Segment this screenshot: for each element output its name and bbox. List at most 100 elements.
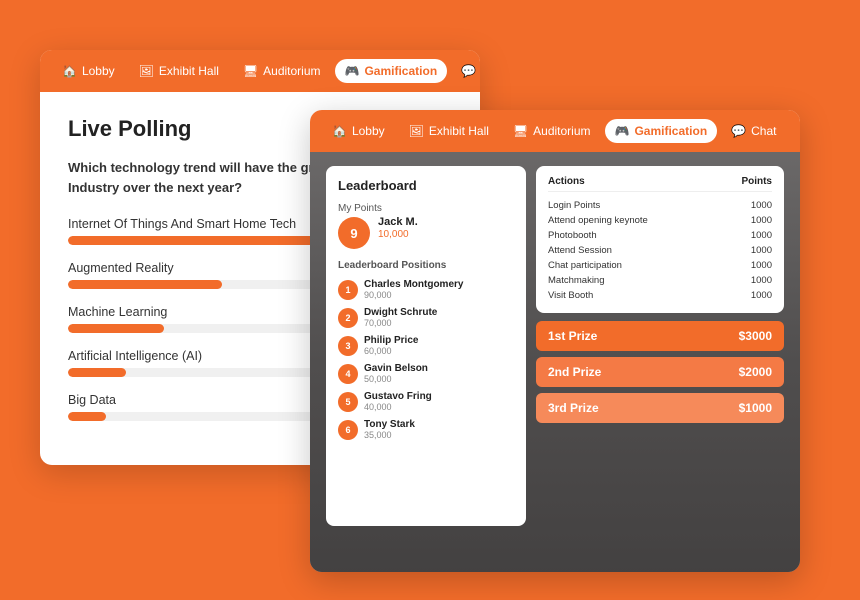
position-info-4: Gavin Belson 50,000 bbox=[364, 363, 428, 384]
pos-score-6: 35,000 bbox=[364, 430, 415, 440]
action-label-7: Visit Booth bbox=[548, 290, 593, 301]
pos-name-6: Tony Stark bbox=[364, 419, 415, 430]
pos-score-1: 90,000 bbox=[364, 290, 463, 300]
action-points-4: 1000 bbox=[751, 245, 772, 256]
action-label-1: Login Points bbox=[548, 200, 600, 211]
pos-score-4: 50,000 bbox=[364, 374, 428, 384]
action-points-3: 1000 bbox=[751, 230, 772, 241]
prize-amount-1: $3000 bbox=[739, 329, 772, 343]
front-nav-gamification[interactable]: 🎮 Gamification bbox=[335, 59, 448, 83]
poll-label-2: Augmented Reality bbox=[68, 261, 174, 275]
pos-score-3: 60,000 bbox=[364, 346, 418, 356]
back-nav-gamification[interactable]: 🎮 Gamification bbox=[605, 119, 718, 143]
action-label-2: Attend opening keynote bbox=[548, 215, 648, 226]
back-gamification-icon: 🎮 bbox=[615, 124, 630, 138]
my-name: Jack M. bbox=[378, 216, 418, 228]
action-row-6: Matchmaking 1000 bbox=[548, 273, 772, 288]
back-nav-chat[interactable]: 💬 Chat bbox=[721, 119, 786, 143]
prize-label-2: 2nd Prize bbox=[548, 365, 601, 379]
leaderboard-panel: Leaderboard My Points 9 Jack M. 10,000 L… bbox=[326, 166, 784, 526]
position-info-6: Tony Stark 35,000 bbox=[364, 419, 415, 440]
poll-label-1: Internet Of Things And Smart Home Tech bbox=[68, 217, 296, 231]
chat-icon: 💬 bbox=[461, 64, 476, 78]
poll-bar-fill-3 bbox=[68, 324, 164, 333]
back-exhibit-icon: 🖼 bbox=[409, 124, 424, 138]
back-nav-exhibit[interactable]: 🖼 Exhibit Hall bbox=[399, 119, 499, 143]
lb-position-2: 2 Dwight Schrute 70,000 bbox=[338, 307, 514, 328]
prizes-list: 1st Prize $3000 2nd Prize $2000 3rd Priz… bbox=[536, 321, 784, 423]
exhibit-icon: 🖼 bbox=[139, 64, 154, 78]
action-points-2: 1000 bbox=[751, 215, 772, 226]
front-nav-bar: 🏠 Lobby 🖼 Exhibit Hall 🖥 Auditorium 🎮 Ga… bbox=[40, 50, 480, 92]
positions-label: Leaderboard Positions bbox=[338, 260, 514, 271]
back-auditorium-icon: 🖥 bbox=[513, 124, 528, 138]
prize-2nd: 2nd Prize $2000 bbox=[536, 357, 784, 387]
my-points-label: My Points bbox=[338, 203, 514, 214]
prize-label-1: 1st Prize bbox=[548, 329, 597, 343]
rank-badge-3: 3 bbox=[338, 336, 358, 356]
leaderboard-card: 🏠 Lobby 🖼 Exhibit Hall 🖥 Auditorium 🎮 Ga… bbox=[310, 110, 800, 572]
front-nav-auditorium[interactable]: 🖥 Auditorium bbox=[233, 59, 331, 83]
action-row-3: Photobooth 1000 bbox=[548, 228, 772, 243]
pos-name-4: Gavin Belson bbox=[364, 363, 428, 374]
poll-label-4: Artificial Intelligence (AI) bbox=[68, 349, 202, 363]
leaderboard-title: Leaderboard bbox=[338, 178, 514, 193]
poll-bar-fill-2 bbox=[68, 280, 222, 289]
points-label: Points bbox=[741, 176, 772, 187]
front-nav-chat[interactable]: 💬 Chat bbox=[451, 59, 480, 83]
lb-position-6: 6 Tony Stark 35,000 bbox=[338, 419, 514, 440]
rank-badge-4: 4 bbox=[338, 364, 358, 384]
pos-name-3: Philip Price bbox=[364, 335, 418, 346]
action-row-4: Attend Session 1000 bbox=[548, 243, 772, 258]
my-score: 10,000 bbox=[378, 229, 418, 240]
pos-score-2: 70,000 bbox=[364, 318, 437, 328]
prize-amount-2: $2000 bbox=[739, 365, 772, 379]
action-label-6: Matchmaking bbox=[548, 275, 605, 286]
rank-badge-1: 1 bbox=[338, 280, 358, 300]
back-nav-lobby[interactable]: 🏠 Lobby bbox=[322, 119, 395, 143]
pos-name-2: Dwight Schrute bbox=[364, 307, 437, 318]
back-nav-bar: 🏠 Lobby 🖼 Exhibit Hall 🖥 Auditorium 🎮 Ga… bbox=[310, 110, 800, 152]
my-avatar: 9 bbox=[338, 217, 370, 249]
lb-position-3: 3 Philip Price 60,000 bbox=[338, 335, 514, 356]
position-info-2: Dwight Schrute 70,000 bbox=[364, 307, 437, 328]
gamification-icon: 🎮 bbox=[345, 64, 360, 78]
position-info-3: Philip Price 60,000 bbox=[364, 335, 418, 356]
pos-name-5: Gustavo Fring bbox=[364, 391, 432, 402]
actions-label: Actions bbox=[548, 176, 585, 187]
lb-position-4: 4 Gavin Belson 50,000 bbox=[338, 363, 514, 384]
action-points-7: 1000 bbox=[751, 290, 772, 301]
rank-badge-6: 6 bbox=[338, 420, 358, 440]
action-row-7: Visit Booth 1000 bbox=[548, 288, 772, 303]
position-info-1: Charles Montgomery 90,000 bbox=[364, 279, 463, 300]
prize-1st: 1st Prize $3000 bbox=[536, 321, 784, 351]
action-label-4: Attend Session bbox=[548, 245, 612, 256]
poll-label-5: Big Data bbox=[68, 393, 116, 407]
action-label-3: Photobooth bbox=[548, 230, 597, 241]
prize-amount-3: $1000 bbox=[739, 401, 772, 415]
back-nav-swagbag[interactable]: 👜 Swag Bag bbox=[790, 119, 800, 143]
action-points-5: 1000 bbox=[751, 260, 772, 271]
front-nav-exhibit[interactable]: 🖼 Exhibit Hall bbox=[129, 59, 229, 83]
action-label-5: Chat participation bbox=[548, 260, 622, 271]
poll-label-3: Machine Learning bbox=[68, 305, 167, 319]
home-icon: 🏠 bbox=[62, 64, 77, 78]
auditorium-icon: 🖥 bbox=[243, 64, 258, 78]
poll-bar-fill-4 bbox=[68, 368, 126, 377]
action-row-1: Login Points 1000 bbox=[548, 198, 772, 213]
leaderboard-body: Leaderboard My Points 9 Jack M. 10,000 L… bbox=[310, 152, 800, 572]
front-nav-lobby[interactable]: 🏠 Lobby bbox=[52, 59, 125, 83]
position-info-5: Gustavo Fring 40,000 bbox=[364, 391, 432, 412]
action-row-5: Chat participation 1000 bbox=[548, 258, 772, 273]
actions-header: Actions Points bbox=[548, 176, 772, 192]
back-nav-auditorium[interactable]: 🖥 Auditorium bbox=[503, 119, 601, 143]
prize-label-3: 3rd Prize bbox=[548, 401, 599, 415]
pos-name-1: Charles Montgomery bbox=[364, 279, 463, 290]
poll-bar-fill-5 bbox=[68, 412, 106, 421]
actions-panel: Actions Points Login Points 1000 Attend … bbox=[536, 166, 784, 313]
action-points-1: 1000 bbox=[751, 200, 772, 211]
my-avatar-row: 9 Jack M. 10,000 bbox=[338, 216, 514, 250]
prize-3rd: 3rd Prize $1000 bbox=[536, 393, 784, 423]
action-points-6: 1000 bbox=[751, 275, 772, 286]
back-chat-icon: 💬 bbox=[731, 124, 746, 138]
